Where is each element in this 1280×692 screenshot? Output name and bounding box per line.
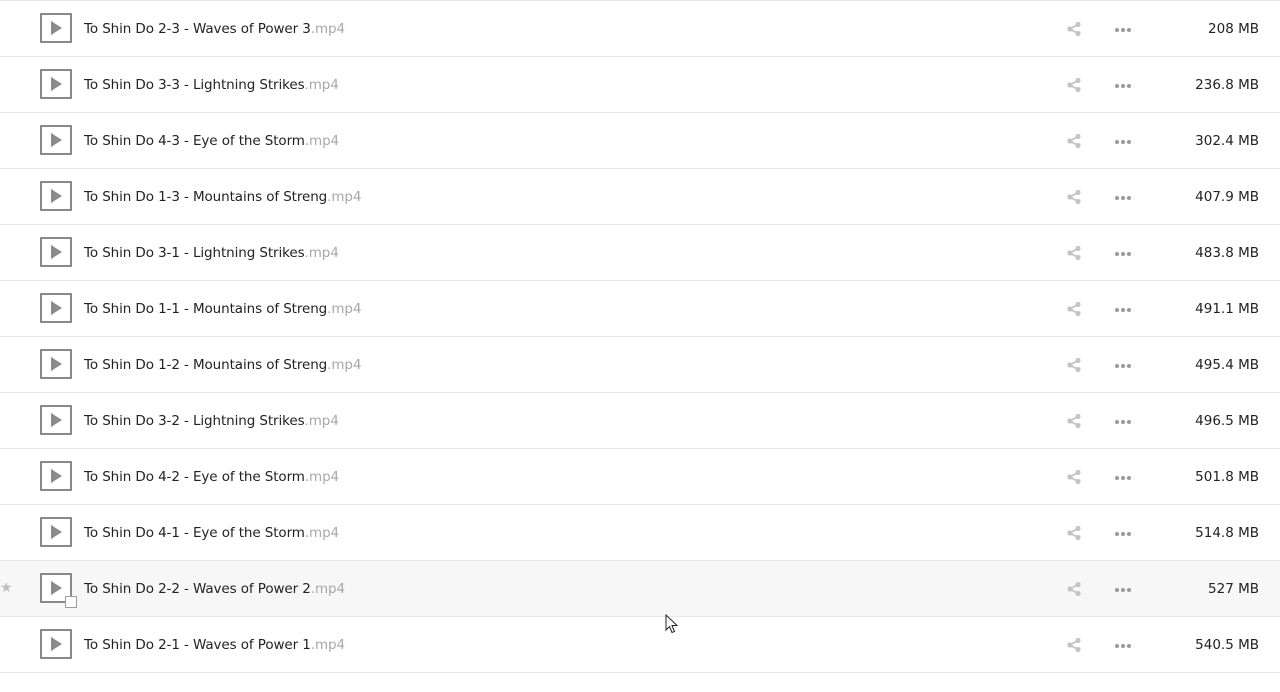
file-extension: .mp4 — [304, 77, 339, 93]
file-row[interactable]: To Shin Do 3-1 - Lightning Strikes.mp4 48… — [0, 225, 1280, 281]
file-size: 527 MB — [1208, 581, 1259, 597]
share-icon[interactable] — [1066, 133, 1082, 149]
file-extension: .mp4 — [310, 581, 345, 597]
more-options-icon[interactable] — [1114, 134, 1132, 148]
file-name[interactable]: To Shin Do 4-2 - Eye of the Storm.mp4 — [84, 449, 339, 505]
video-play-icon[interactable] — [40, 69, 72, 99]
file-name-base: To Shin Do 3-2 - Lightning Strikes — [84, 413, 305, 429]
share-icon[interactable] — [1066, 189, 1082, 205]
file-extension: .mp4 — [304, 245, 339, 261]
more-options-icon[interactable] — [1114, 582, 1132, 596]
file-name[interactable]: To Shin Do 3-3 - Lightning Strikes.mp4 — [84, 57, 339, 113]
file-size: 495.4 MB — [1195, 357, 1259, 373]
more-options-icon[interactable] — [1114, 414, 1132, 428]
more-options-icon[interactable] — [1114, 190, 1132, 204]
file-size: 514.8 MB — [1195, 525, 1259, 541]
file-extension: .mp4 — [310, 21, 345, 37]
video-play-icon[interactable] — [40, 405, 72, 435]
file-name-base: To Shin Do 1-2 - Mountains of Streng — [84, 357, 328, 373]
more-options-icon[interactable] — [1114, 470, 1132, 484]
file-extension: .mp4 — [304, 413, 339, 429]
video-play-icon[interactable] — [40, 349, 72, 379]
file-name[interactable]: To Shin Do 2-2 - Waves of Power 2.mp4 — [84, 561, 345, 617]
file-size: 236.8 MB — [1195, 77, 1259, 93]
file-name-base: To Shin Do 2-1 - Waves of Power 1 — [84, 637, 311, 653]
video-play-icon[interactable] — [40, 293, 72, 323]
file-name[interactable]: To Shin Do 1-2 - Mountains of Streng.mp4 — [84, 337, 361, 393]
file-size: 540.5 MB — [1195, 637, 1259, 653]
file-name[interactable]: To Shin Do 3-2 - Lightning Strikes.mp4 — [84, 393, 339, 449]
file-size: 302.4 MB — [1195, 133, 1259, 149]
file-name[interactable]: To Shin Do 2-3 - Waves of Power 3.mp4 — [84, 1, 345, 57]
more-options-icon[interactable] — [1114, 638, 1132, 652]
file-size: 501.8 MB — [1195, 469, 1259, 485]
file-row[interactable]: To Shin Do 2-3 - Waves of Power 3.mp4 208… — [0, 1, 1280, 57]
file-name[interactable]: To Shin Do 1-1 - Mountains of Streng.mp4 — [84, 281, 361, 337]
file-name[interactable]: To Shin Do 4-1 - Eye of the Storm.mp4 — [84, 505, 339, 561]
file-row[interactable]: To Shin Do 3-3 - Lightning Strikes.mp4 23… — [0, 57, 1280, 113]
more-options-icon[interactable] — [1114, 246, 1132, 260]
more-options-icon[interactable] — [1114, 302, 1132, 316]
file-name-base: To Shin Do 4-3 - Eye of the Storm — [84, 133, 305, 149]
file-name-base: To Shin Do 3-3 - Lightning Strikes — [84, 77, 305, 93]
more-options-icon[interactable] — [1114, 358, 1132, 372]
file-name-base: To Shin Do 3-1 - Lightning Strikes — [84, 245, 305, 261]
share-icon[interactable] — [1066, 637, 1082, 653]
select-checkbox[interactable] — [65, 596, 77, 608]
video-play-icon[interactable] — [40, 181, 72, 211]
file-row[interactable]: To Shin Do 1-1 - Mountains of Streng.mp4… — [0, 281, 1280, 337]
star-icon[interactable]: ★ — [0, 580, 14, 596]
file-extension: .mp4 — [310, 637, 345, 653]
file-size: 483.8 MB — [1195, 245, 1259, 261]
more-options-icon[interactable] — [1114, 526, 1132, 540]
more-options-icon[interactable] — [1114, 78, 1132, 92]
share-icon[interactable] — [1066, 581, 1082, 597]
file-extension: .mp4 — [327, 357, 362, 373]
file-extension: .mp4 — [304, 469, 340, 485]
file-name[interactable]: To Shin Do 3-1 - Lightning Strikes.mp4 — [84, 225, 339, 281]
file-name-base: To Shin Do 1-1 - Mountains of Streng — [84, 301, 328, 317]
file-row[interactable]: To Shin Do 3-2 - Lightning Strikes.mp4 49… — [0, 393, 1280, 449]
file-name-base: To Shin Do 4-2 - Eye of the Storm — [84, 469, 305, 485]
share-icon[interactable] — [1066, 245, 1082, 261]
more-options-icon[interactable] — [1114, 22, 1132, 36]
file-extension: .mp4 — [304, 525, 340, 541]
video-play-icon[interactable] — [40, 125, 72, 155]
share-icon[interactable] — [1066, 413, 1082, 429]
file-list: To Shin Do 2-3 - Waves of Power 3.mp4 208… — [0, 0, 1280, 692]
file-name-base: To Shin Do 4-1 - Eye of the Storm — [84, 525, 305, 541]
file-extension: .mp4 — [327, 189, 362, 205]
file-size: 407.9 MB — [1195, 189, 1259, 205]
file-row[interactable]: To Shin Do 2-1 - Waves of Power 1.mp4 540… — [0, 617, 1280, 673]
share-icon[interactable] — [1066, 469, 1082, 485]
file-name[interactable]: To Shin Do 2-1 - Waves of Power 1.mp4 — [84, 617, 345, 673]
file-extension: .mp4 — [327, 301, 362, 317]
file-name-base: To Shin Do 2-3 - Waves of Power 3 — [84, 21, 311, 37]
share-icon[interactable] — [1066, 77, 1082, 93]
video-play-icon[interactable] — [40, 461, 72, 491]
video-play-icon[interactable] — [40, 13, 72, 43]
share-icon[interactable] — [1066, 525, 1082, 541]
share-icon[interactable] — [1066, 21, 1082, 37]
file-size: 491.1 MB — [1195, 301, 1259, 317]
share-icon[interactable] — [1066, 357, 1082, 373]
file-row[interactable]: To Shin Do 4-2 - Eye of the Storm.mp4 501… — [0, 449, 1280, 505]
video-play-icon[interactable] — [40, 629, 72, 659]
file-size: 208 MB — [1208, 21, 1259, 37]
file-row[interactable]: To Shin Do 1-2 - Mountains of Streng.mp4… — [0, 337, 1280, 393]
file-extension: .mp4 — [304, 133, 340, 149]
file-size: 496.5 MB — [1195, 413, 1259, 429]
file-row[interactable]: To Shin Do 1-3 - Mountains of Streng.mp4… — [0, 169, 1280, 225]
file-name-base: To Shin Do 2-2 - Waves of Power 2 — [84, 581, 311, 597]
share-icon[interactable] — [1066, 301, 1082, 317]
video-play-icon[interactable] — [40, 237, 72, 267]
file-name-base: To Shin Do 1-3 - Mountains of Streng — [84, 189, 328, 205]
file-row[interactable]: To Shin Do 4-1 - Eye of the Storm.mp4 514… — [0, 505, 1280, 561]
file-row[interactable]: ★ To Shin Do 2-2 - Waves of Power 2.mp4 52… — [0, 561, 1280, 617]
file-row[interactable]: To Shin Do 4-3 - Eye of the Storm.mp4 302… — [0, 113, 1280, 169]
file-name[interactable]: To Shin Do 4-3 - Eye of the Storm.mp4 — [84, 113, 339, 169]
video-play-icon[interactable] — [40, 517, 72, 547]
file-name[interactable]: To Shin Do 1-3 - Mountains of Streng.mp4 — [84, 169, 361, 225]
